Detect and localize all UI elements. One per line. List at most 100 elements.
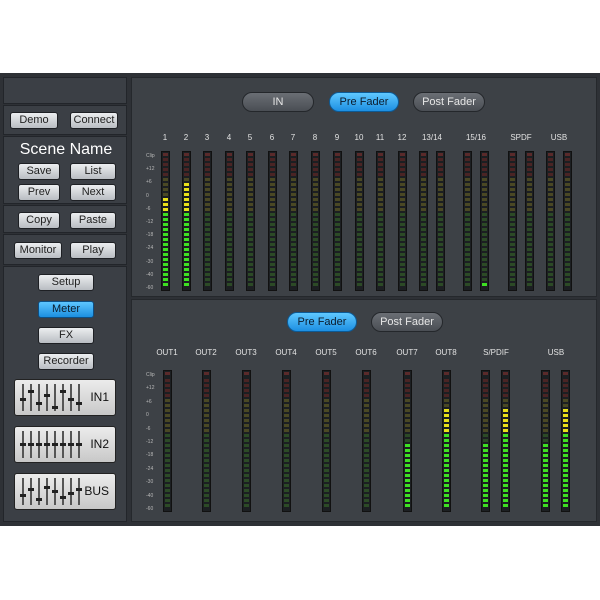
output-level-meter [541, 370, 550, 512]
output-level-meter [322, 370, 331, 512]
app-window: Demo Connect Scene Name Save List Prev N… [0, 73, 600, 526]
db-scale-label: 0 [146, 192, 149, 199]
input-level-meter [480, 151, 489, 291]
db-scale-label: -12 [146, 219, 154, 225]
output-channel-label: OUT2 [195, 348, 217, 357]
db-scale-label: -60 [146, 285, 154, 291]
db-scale-label: -40 [146, 492, 154, 499]
fader-bank-icon [19, 431, 82, 458]
input-level-meter [225, 151, 234, 291]
output-level-meter [202, 370, 211, 512]
output-level-meter [561, 370, 570, 512]
clip-indicator [313, 153, 318, 156]
monitor-button[interactable]: Monitor [14, 242, 62, 259]
clip-indicator [565, 153, 570, 156]
db-scale-label: -30 [146, 479, 154, 486]
clip-indicator [184, 153, 189, 156]
tab-post-fader[interactable]: Post Fader [413, 92, 485, 112]
clip-indicator [548, 153, 553, 156]
demo-button[interactable]: Demo [10, 112, 58, 129]
output-level-meter [282, 370, 291, 512]
db-scale-label: +12 [146, 385, 155, 392]
sidebar: Demo Connect Scene Name Save List Prev N… [3, 75, 127, 522]
recorder-button[interactable]: Recorder [38, 353, 94, 370]
output-meter-panel: Pre Fader Post Fader Clip +12 +6 0 -6 -12 -18 -… [131, 299, 597, 522]
clip-indicator [205, 153, 210, 156]
copy-button[interactable]: Copy [18, 212, 60, 229]
input-level-meter [333, 151, 342, 291]
db-scale-label: -18 [146, 232, 154, 239]
input-level-meter [268, 151, 277, 291]
output-level-meter [163, 370, 172, 512]
input-channel-label: 15/16 [465, 133, 487, 142]
input-level-meter [508, 151, 517, 291]
tab-out-post-fader[interactable]: Post Fader [371, 312, 443, 332]
output-channel-label: OUT8 [435, 348, 457, 357]
tab-out-pre-fader[interactable]: Pre Fader [287, 312, 357, 332]
clip-indicator [503, 372, 508, 375]
clip-indicator [405, 372, 410, 375]
output-channel-label: OUT6 [355, 348, 377, 357]
clip-indicator [482, 153, 487, 156]
db-scale-label: -30 [146, 258, 154, 265]
input-level-meter [246, 151, 255, 291]
tab-pre-fader[interactable]: Pre Fader [329, 92, 399, 112]
clipboard-box: Copy Paste [3, 205, 127, 233]
clip-indicator [510, 153, 515, 156]
next-button[interactable]: Next [70, 184, 116, 201]
input-level-meter [182, 151, 191, 291]
fx-button[interactable]: FX [38, 327, 94, 344]
transport-box: Monitor Play [3, 234, 127, 265]
list-button[interactable]: List [70, 163, 116, 180]
clip-indicator [270, 153, 275, 156]
clip-indicator [335, 153, 340, 156]
play-button[interactable]: Play [70, 242, 116, 259]
mix-label: IN2 [90, 437, 109, 451]
clip-indicator [204, 372, 209, 375]
mix-label: IN1 [90, 390, 109, 404]
input-level-meter [355, 151, 364, 291]
output-level-meter [242, 370, 251, 512]
meter-button[interactable]: Meter [38, 301, 94, 318]
db-scale-label: -24 [146, 465, 154, 472]
db-scale-label: Clip [146, 153, 155, 159]
input-level-meter [563, 151, 572, 291]
input-channel-label: 13/14 [421, 133, 443, 142]
input-level-meter [436, 151, 445, 291]
save-button[interactable]: Save [18, 163, 60, 180]
scene-name[interactable]: Scene Name [4, 141, 128, 159]
connect-button[interactable]: Connect [70, 112, 118, 129]
clip-indicator [364, 372, 369, 375]
input-level-meter [463, 151, 472, 291]
db-scale-label: -60 [146, 506, 154, 512]
setup-button[interactable]: Setup [38, 274, 94, 291]
tab-in[interactable]: IN [242, 92, 314, 112]
navigation-box: Setup Meter FX Recorder IN1 IN2 BUS [3, 266, 127, 522]
db-scale-label: -40 [146, 271, 154, 278]
output-channel-label: OUT4 [275, 348, 297, 357]
clip-indicator [563, 372, 568, 375]
output-channel-label: OUT5 [315, 348, 337, 357]
db-scale-label: -6 [146, 205, 151, 212]
clip-indicator [543, 372, 548, 375]
input-level-meter [289, 151, 298, 291]
mix-label: BUS [84, 484, 109, 498]
input-level-meter [161, 151, 170, 291]
input-level-meter [376, 151, 385, 291]
clip-indicator [527, 153, 532, 156]
input-channel-label: USB [550, 133, 568, 142]
mix-bus-button[interactable]: BUS [14, 473, 116, 510]
clip-indicator [465, 153, 470, 156]
input-level-meter [398, 151, 407, 291]
input-channel-label: SPDF [510, 133, 532, 142]
mix-in2-button[interactable]: IN2 [14, 426, 116, 463]
clip-indicator [421, 153, 426, 156]
clip-indicator [291, 153, 296, 156]
clip-indicator [248, 153, 253, 156]
clip-indicator [483, 372, 488, 375]
paste-button[interactable]: Paste [70, 212, 116, 229]
prev-button[interactable]: Prev [18, 184, 60, 201]
db-scale-label: +6 [146, 179, 152, 186]
mix-in1-button[interactable]: IN1 [14, 379, 116, 416]
input-channel-label: 12 [397, 133, 407, 142]
